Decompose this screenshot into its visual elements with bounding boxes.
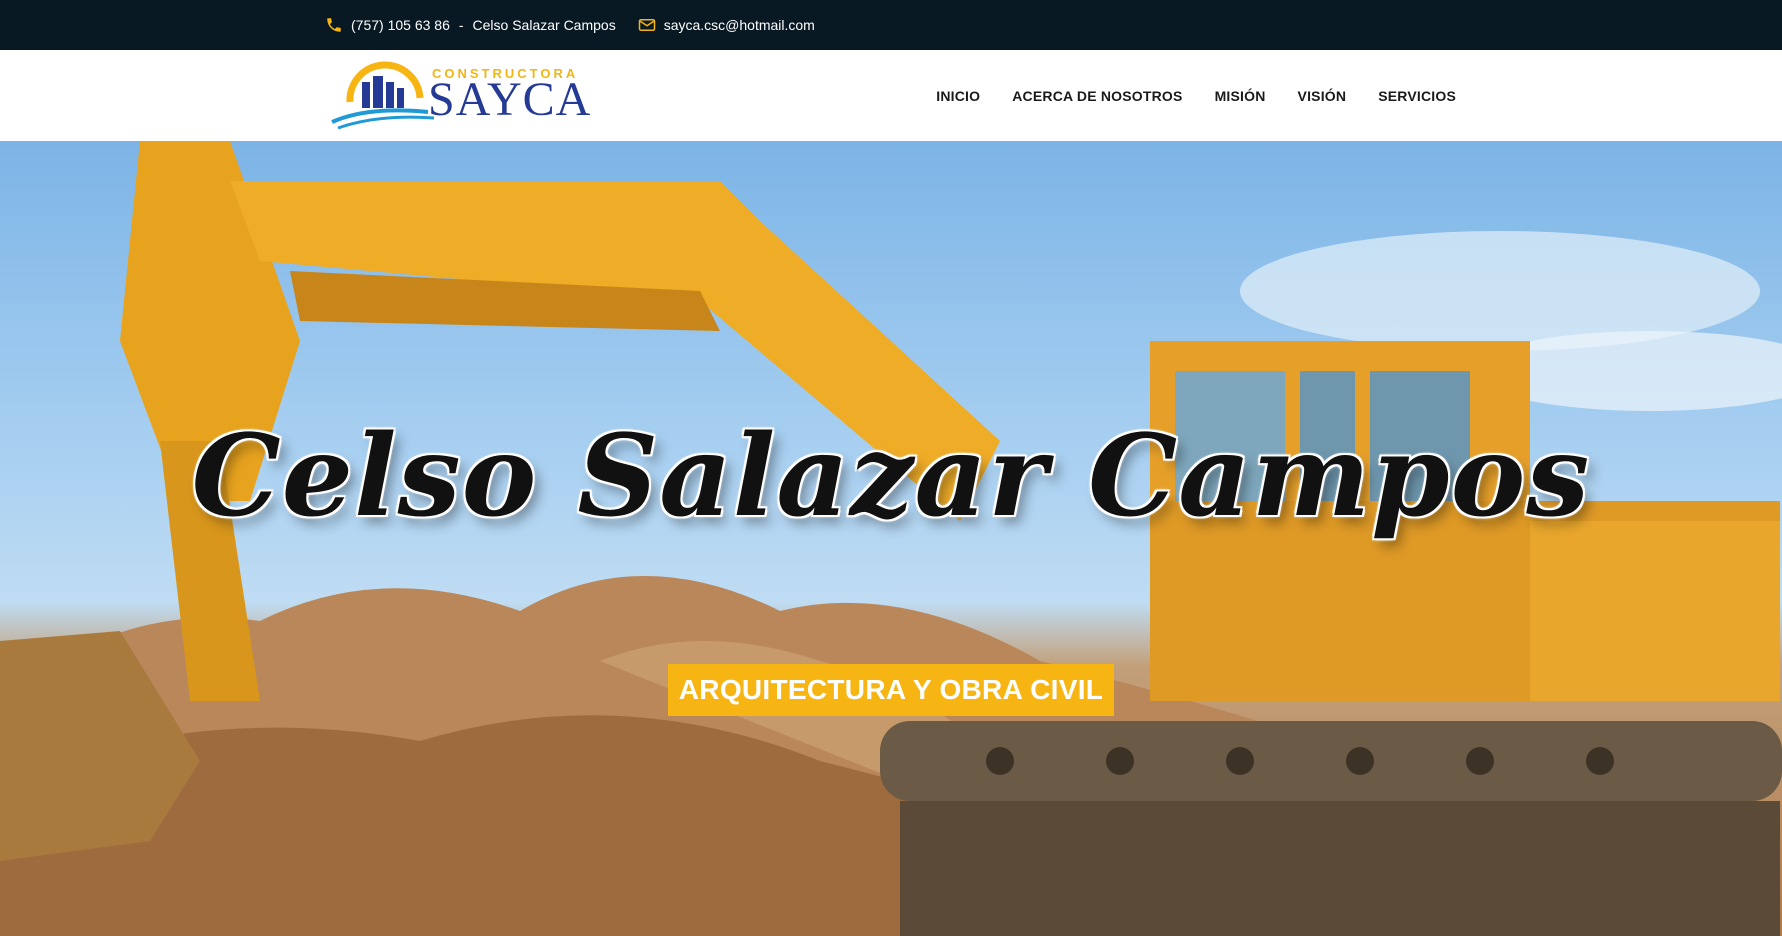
- site-header: CONSTRUCTORA SAYCA INICIO ACERCA DE NOSO…: [0, 50, 1782, 142]
- hero-banner: Celso Salazar Campos ARQUITECTURA Y OBRA…: [0, 141, 1782, 936]
- main-nav: INICIO ACERCA DE NOSOTROS MISIÓN VISIÓN …: [936, 50, 1456, 141]
- nav-item-inicio[interactable]: INICIO: [936, 88, 980, 104]
- hero-badge: ARQUITECTURA Y OBRA CIVIL: [668, 664, 1114, 716]
- nav-item-mision[interactable]: MISIÓN: [1215, 88, 1266, 104]
- contact-info: (757) 105 63 86 - Celso Salazar Campos s…: [325, 0, 815, 50]
- contact-name: Celso Salazar Campos: [472, 17, 616, 33]
- logo-mark: [331, 61, 435, 130]
- phone-icon: [325, 16, 343, 34]
- logo[interactable]: CONSTRUCTORA SAYCA: [328, 60, 590, 130]
- nav-item-servicios[interactable]: SERVICIOS: [1378, 88, 1456, 104]
- envelope-icon: [638, 16, 656, 34]
- hero-title: Celso Salazar Campos: [191, 411, 1591, 542]
- separator: -: [458, 17, 464, 33]
- phone-number[interactable]: (757) 105 63 86: [351, 17, 450, 33]
- nav-item-acerca[interactable]: ACERCA DE NOSOTROS: [1012, 88, 1182, 104]
- email-address[interactable]: sayca.csc@hotmail.com: [664, 17, 815, 33]
- top-bar: (757) 105 63 86 - Celso Salazar Campos s…: [0, 0, 1782, 50]
- logo-big-text: SAYCA: [428, 73, 592, 126]
- email-link[interactable]: sayca.csc@hotmail.com: [638, 16, 815, 34]
- nav-item-vision[interactable]: VISIÓN: [1298, 88, 1347, 104]
